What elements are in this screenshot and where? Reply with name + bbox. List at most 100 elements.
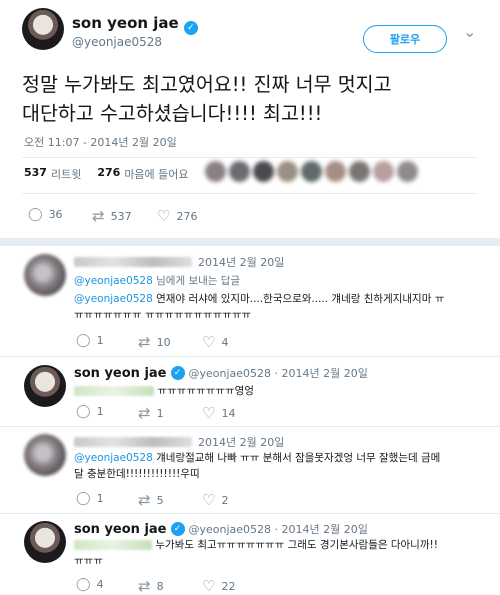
- divider: [0, 426, 500, 427]
- reply-text-line: 걔네랑절교해 나빠 ㅠㅠ 분해서 잠을못자겠엉 너무 잘했는데 금메: [152, 452, 441, 464]
- retweet-button[interactable]: ⇄ 5: [138, 491, 164, 509]
- retweet-icon: ⇄: [138, 333, 151, 351]
- like-icon: ♡: [202, 404, 216, 422]
- reply-handle-date[interactable]: @yeonjae0528 · 2014년 2월 20일: [189, 365, 368, 381]
- retweet-button[interactable]: ⇄ 8: [138, 577, 164, 595]
- liker-avatar[interactable]: [301, 161, 322, 182]
- reply-count: 1: [96, 334, 104, 347]
- like-button[interactable]: ♡ 22: [202, 577, 235, 595]
- reply-handle-date[interactable]: @yeonjae0528 · 2014년 2월 20일: [189, 521, 368, 537]
- retweets-label[interactable]: 리트윗: [51, 166, 81, 182]
- reply-avatar[interactable]: [24, 254, 66, 296]
- likes-label[interactable]: 마음에 들어요: [124, 166, 188, 182]
- reply-to-handle[interactable]: @yeonjae0528: [74, 275, 153, 287]
- like-button[interactable]: ♡ 2: [202, 491, 228, 509]
- retweets-count[interactable]: 537: [24, 166, 47, 182]
- reply-icon: ◯: [76, 333, 91, 348]
- divider: [22, 157, 478, 158]
- reply-header: son yeon jae ✓ @yeonjae0528 · 2014년 2월 2…: [74, 365, 368, 381]
- redacted-mention: [74, 540, 152, 550]
- reply-button[interactable]: ◯ 36: [28, 207, 63, 222]
- liker-avatar[interactable]: [253, 161, 274, 182]
- like-icon: ♡: [202, 491, 216, 509]
- redacted-name: [74, 437, 192, 447]
- reply-text-line: 달 충분한데!!!!!!!!!!!!!우띠: [74, 468, 200, 480]
- reply-to-label: 님에게 보내는 답글: [152, 275, 241, 287]
- redacted-mention: [74, 386, 154, 396]
- mention-link[interactable]: @yeonjae0528: [74, 452, 153, 464]
- like-button[interactable]: ♡ 276: [157, 207, 197, 225]
- retweet-count: 1: [156, 406, 164, 420]
- reply-avatar[interactable]: [24, 365, 66, 407]
- tweet-text: 정말 누가봐도 최고였어요!! 진짜 너무 멋지고 대단하고 수고하셨습니다!!…: [22, 70, 492, 128]
- follow-button[interactable]: 팔로우: [363, 25, 447, 53]
- liker-avatar[interactable]: [205, 161, 226, 182]
- reply-author-name[interactable]: son yeon jae: [74, 522, 167, 537]
- divider: [0, 356, 500, 357]
- retweet-count: 10: [156, 335, 171, 349]
- chevron-down-icon[interactable]: ⌄: [463, 22, 476, 41]
- author-avatar[interactable]: [22, 8, 64, 50]
- author-handle[interactable]: @yeonjae0528: [72, 35, 162, 49]
- reply-text: ㅠㅠㅠㅠㅠㅠㅠㅠ영엉: [74, 383, 254, 399]
- reply-text-line: 연재야 러샤에 있지마....한국으로와..... 걔네랑 친하게지내지마 ㅠ: [152, 293, 445, 305]
- reply-icon: ◯: [76, 404, 91, 419]
- reply-text: 누가봐도 최고ㅠㅠㅠㅠㅠㅠㅠ 그래도 경기본사람들은 다아니까!! ㅠㅠㅠ: [74, 537, 494, 569]
- likes-count[interactable]: 276: [97, 166, 120, 182]
- reply-avatar[interactable]: [24, 434, 66, 476]
- retweet-icon: ⇄: [92, 207, 105, 225]
- mention-link[interactable]: @yeonjae0528: [74, 293, 153, 305]
- liker-avatar[interactable]: [373, 161, 394, 182]
- reply-button[interactable]: ◯ 1: [76, 404, 104, 419]
- divider: [22, 193, 478, 194]
- liker-avatar[interactable]: [349, 161, 370, 182]
- reply-avatar[interactable]: [24, 521, 66, 563]
- retweet-icon: ⇄: [138, 577, 151, 595]
- like-count: 4: [221, 335, 229, 349]
- like-count: 276: [176, 209, 198, 223]
- reply-button[interactable]: ◯ 1: [76, 333, 104, 348]
- reply-icon: ◯: [76, 491, 91, 506]
- retweet-button[interactable]: ⇄ 1: [138, 404, 164, 422]
- reply-count: 1: [96, 492, 104, 505]
- reply-to-line: @yeonjae0528 님에게 보내는 답글: [74, 273, 240, 288]
- retweet-button[interactable]: ⇄ 537: [92, 207, 132, 225]
- verified-icon: ✓: [183, 21, 198, 35]
- like-icon: ♡: [157, 207, 171, 225]
- liker-avatars: [205, 161, 418, 182]
- follow-button-label: 팔로우: [389, 33, 421, 46]
- liker-avatar[interactable]: [325, 161, 346, 182]
- reply-text: @yeonjae0528 걔네랑절교해 나빠 ㅠㅠ 분해서 잠을못자겠엉 너무 …: [74, 450, 494, 482]
- like-button[interactable]: ♡ 14: [202, 404, 235, 422]
- redacted-name: [74, 257, 192, 267]
- liker-avatar[interactable]: [229, 161, 250, 182]
- author-name[interactable]: son yeon jae: [72, 14, 179, 32]
- author-name-row[interactable]: son yeon jae ✓: [72, 13, 198, 35]
- reply-text-line: ㅠㅠㅠ: [74, 555, 103, 567]
- reply-count: 4: [96, 578, 104, 591]
- reply-count: 36: [48, 208, 63, 221]
- liker-avatar[interactable]: [277, 161, 298, 182]
- like-count: 22: [221, 579, 236, 593]
- like-button[interactable]: ♡ 4: [202, 333, 228, 351]
- retweet-icon: ⇄: [138, 404, 151, 422]
- retweet-button[interactable]: ⇄ 10: [138, 333, 171, 351]
- reply-date[interactable]: 2014년 2월 20일: [198, 254, 284, 270]
- like-count: 2: [221, 493, 229, 507]
- reply-button[interactable]: ◯ 1: [76, 491, 104, 506]
- reply-header: 2014년 2월 20일: [74, 434, 284, 450]
- reply-author-name[interactable]: son yeon jae: [74, 366, 167, 381]
- reply-text: @yeonjae0528 연재야 러샤에 있지마....한국으로와..... 걔…: [74, 291, 494, 323]
- reply-date[interactable]: 2014년 2월 20일: [198, 434, 284, 450]
- reply-icon: ◯: [76, 577, 91, 592]
- reply-header: son yeon jae ✓ @yeonjae0528 · 2014년 2월 2…: [74, 521, 368, 537]
- retweet-icon: ⇄: [138, 491, 151, 509]
- verified-icon: ✓: [170, 366, 185, 380]
- retweet-count: 8: [156, 579, 164, 593]
- reply-button[interactable]: ◯ 4: [76, 577, 104, 592]
- tweet-text-line: 대단하고 수고하셨습니다!!!! 최고!!!: [22, 102, 323, 125]
- liker-avatar[interactable]: [397, 161, 418, 182]
- like-icon: ♡: [202, 577, 216, 595]
- divider: [0, 513, 500, 514]
- tweet-timestamp[interactable]: 오전 11:07 - 2014년 2월 20일: [24, 134, 177, 150]
